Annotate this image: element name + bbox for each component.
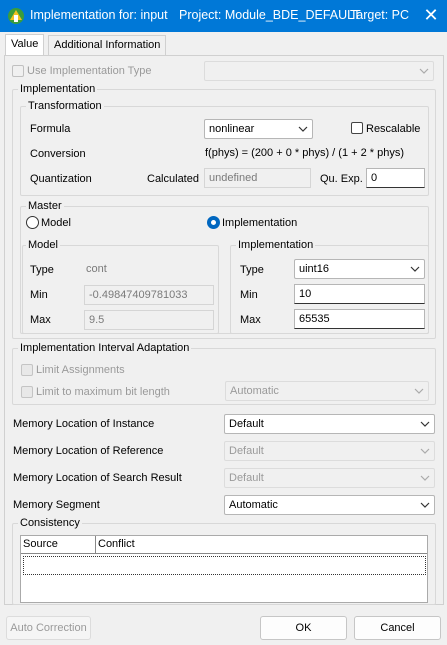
impl-min-label: Min	[240, 289, 258, 301]
consistency-table[interactable]: Source Conflict	[20, 535, 428, 603]
chevron-down-icon	[420, 421, 430, 427]
close-icon[interactable]: ✕	[420, 4, 442, 26]
model-min-field: -0.49847409781033	[84, 285, 214, 305]
memory-instance-select[interactable]: Default	[224, 414, 435, 434]
master-model-radio[interactable]	[26, 216, 39, 229]
impl-type-select[interactable]: uint16	[294, 259, 425, 279]
impl-type-label: Type	[240, 264, 264, 276]
master-implementation-label: Implementation	[222, 217, 298, 229]
formula-value: nonlinear	[209, 123, 255, 135]
conversion-label: Conversion	[30, 148, 86, 160]
impl-min-value: 10	[299, 288, 312, 300]
limit-bitlength-label: Limit to maximum bit length	[36, 386, 170, 398]
column-header-source-label: Source	[23, 538, 58, 550]
memory-instance-label: Memory Location of Instance	[13, 418, 155, 430]
qu-exp-label: Qu. Exp.	[320, 173, 363, 185]
window-project: Project: Module_BDE_DEFAULT	[179, 8, 361, 22]
master-model-label: Model	[41, 217, 71, 229]
interval-adaptation-title: Implementation Interval Adaptation	[18, 342, 192, 354]
title-bar[interactable]: Implementation for: input Project: Modul…	[0, 0, 447, 32]
memory-segment-label: Memory Segment	[13, 499, 100, 511]
ok-label: OK	[295, 622, 312, 634]
memory-search-select[interactable]: Default	[224, 468, 435, 488]
master-group-title: Master	[26, 200, 64, 212]
model-group-title: Model	[26, 239, 60, 251]
calculated-field: undefined	[204, 168, 311, 188]
memory-reference-value: Default	[229, 445, 264, 457]
conversion-value: f(phys) = (200 + 0 * phys) / (1 + 2 * ph…	[205, 147, 405, 159]
chevron-down-icon	[420, 502, 430, 508]
memory-segment-value: Automatic	[229, 499, 278, 511]
auto-correction-label: Auto Correction	[10, 622, 87, 634]
memory-instance-value: Default	[229, 418, 264, 430]
ok-button[interactable]: OK	[260, 616, 347, 640]
chevron-down-icon	[420, 448, 430, 454]
memory-reference-select[interactable]: Default	[224, 441, 435, 461]
cancel-label: Cancel	[380, 622, 415, 634]
limit-bitlength-checkbox[interactable]	[21, 386, 33, 398]
implementation-group-title: Implementation	[18, 83, 98, 95]
chevron-down-icon	[298, 126, 308, 132]
chevron-down-icon	[410, 266, 420, 272]
qu-exp-value: 0	[371, 172, 378, 184]
limit-bitlength-value: Automatic	[230, 385, 279, 397]
rescalable-label: Rescalable	[366, 123, 421, 135]
limit-bitlength-select[interactable]: Automatic	[225, 381, 429, 401]
app-logo-icon	[8, 8, 24, 24]
memory-reference-label: Memory Location of Reference	[13, 445, 164, 457]
consistency-title: Consistency	[18, 517, 82, 529]
use-implementation-type-label: Use Implementation Type	[27, 65, 152, 77]
rescalable-checkbox[interactable]	[351, 122, 363, 134]
tab-value[interactable]: Value	[5, 34, 45, 56]
column-header-source[interactable]: Source	[21, 536, 96, 554]
column-header-conflict[interactable]: Conflict	[96, 536, 427, 554]
impl-type-value: uint16	[299, 263, 329, 275]
limit-assignments-label: Limit Assignments	[36, 364, 125, 376]
use-implementation-type-checkbox[interactable]	[12, 65, 24, 77]
implementation-type-select[interactable]	[204, 61, 434, 81]
calculated-value: undefined	[209, 172, 258, 184]
impl-max-label: Max	[240, 314, 261, 326]
chevron-down-icon	[419, 68, 429, 74]
limit-assignments-checkbox[interactable]	[21, 364, 33, 376]
column-header-conflict-label: Conflict	[98, 538, 135, 550]
cancel-button[interactable]: Cancel	[354, 616, 441, 640]
chevron-down-icon	[420, 475, 430, 481]
quantization-label: Quantization	[30, 173, 92, 185]
transformation-group-title: Transformation	[26, 100, 104, 112]
master-implementation-radio[interactable]	[207, 216, 220, 229]
impl-max-value: 65535	[299, 313, 330, 325]
memory-search-value: Default	[229, 472, 264, 484]
formula-label: Formula	[30, 123, 71, 135]
tab-value-label: Value	[11, 38, 39, 50]
model-type-label: Type	[30, 264, 54, 276]
chevron-down-icon	[414, 388, 424, 394]
model-type-value: cont	[86, 263, 107, 275]
impl-min-input[interactable]: 10	[294, 284, 425, 304]
impl-max-input[interactable]: 65535	[294, 309, 425, 329]
tab-additional-information-label: Additional Information	[54, 39, 161, 51]
model-max-value: 9.5	[89, 314, 105, 326]
qu-exp-input[interactable]: 0	[366, 168, 425, 188]
auto-correction-button[interactable]: Auto Correction	[6, 616, 91, 640]
tab-additional-information[interactable]: Additional Information	[48, 35, 167, 55]
model-min-value: -0.49847409781033	[89, 289, 188, 301]
memory-search-label: Memory Location of Search Result	[13, 472, 182, 484]
table-focus-row[interactable]	[23, 556, 426, 575]
window-target: Target: PC	[350, 8, 410, 22]
model-min-label: Min	[30, 289, 48, 301]
implementation-subgroup-title: Implementation	[236, 239, 316, 251]
calculated-label: Calculated	[147, 173, 199, 185]
model-max-field: 9.5	[84, 310, 214, 330]
model-max-label: Max	[30, 314, 51, 326]
window-title: Implementation for: input	[30, 8, 168, 22]
formula-select[interactable]: nonlinear	[204, 119, 313, 139]
memory-segment-select[interactable]: Automatic	[224, 495, 435, 515]
